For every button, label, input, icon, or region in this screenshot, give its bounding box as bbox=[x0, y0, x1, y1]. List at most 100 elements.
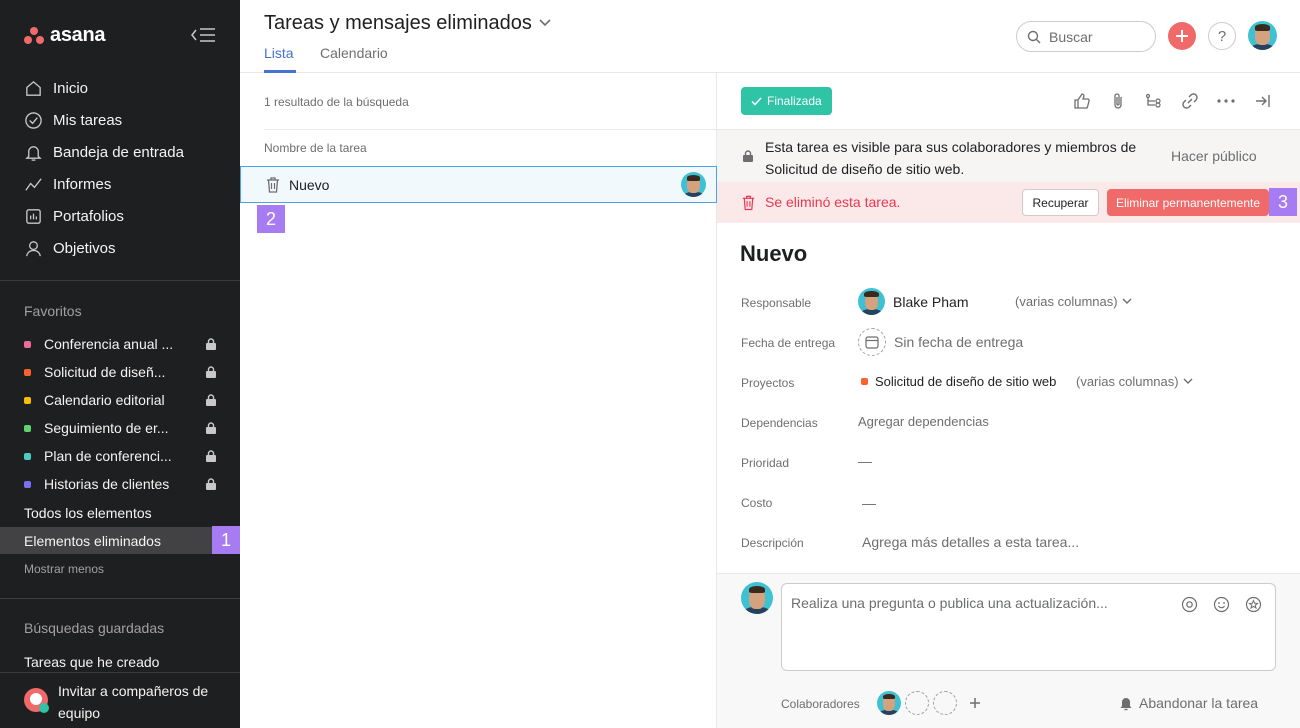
leave-task-button[interactable]: Abandonar la tarea bbox=[1119, 695, 1258, 711]
assignee-columns-dropdown[interactable]: (varias columnas) bbox=[1015, 294, 1132, 309]
description-field[interactable]: Agrega más detalles a esta tarea... bbox=[862, 534, 1079, 550]
lock-icon bbox=[206, 422, 216, 434]
nav-reports[interactable]: Informes bbox=[24, 172, 111, 196]
due-date-value: Sin fecha de entrega bbox=[894, 334, 1024, 350]
more-options-icon[interactable] bbox=[1216, 91, 1236, 111]
favorite-item[interactable]: Seguimiento de er... bbox=[24, 417, 216, 439]
project-color-dot bbox=[861, 378, 868, 385]
deleted-items-link[interactable]: Elementos eliminados bbox=[24, 533, 161, 549]
priority-value[interactable]: — bbox=[858, 453, 872, 469]
assignee-field[interactable]: Blake Pham bbox=[858, 288, 968, 315]
table-row[interactable]: Nuevo bbox=[240, 166, 717, 203]
plus-icon bbox=[1176, 30, 1188, 42]
all-items-link[interactable]: Todos los elementos bbox=[24, 505, 152, 521]
favorite-item[interactable]: Conferencia anual ... bbox=[24, 333, 216, 355]
star-icon[interactable] bbox=[1245, 596, 1262, 613]
task-list-pane: 1 resultado de la búsqueda Nombre de la … bbox=[240, 73, 717, 728]
favorite-label: Conferencia anual ... bbox=[44, 336, 174, 352]
nav-portfolios-label: Portafolios bbox=[53, 207, 124, 225]
asana-logo-icon bbox=[24, 26, 44, 45]
project-field[interactable]: Solicitud de diseño de sitio web bbox=[861, 374, 1056, 389]
collaborator-avatar[interactable] bbox=[877, 691, 901, 715]
task-detail-pane: Finalizada Esta tarea es visible para su… bbox=[717, 73, 1300, 728]
nav-home[interactable]: Inicio bbox=[24, 76, 88, 100]
make-public-button[interactable]: Hacer público bbox=[1171, 148, 1257, 164]
tab-calendar[interactable]: Calendario bbox=[320, 45, 388, 61]
nav-home-label: Inicio bbox=[53, 79, 89, 97]
deleted-task-banner: Se eliminó esta tarea. Recuperar Elimina… bbox=[717, 182, 1300, 223]
bell-icon bbox=[1120, 697, 1132, 710]
task-assignee-avatar[interactable] bbox=[681, 172, 706, 197]
calendar-icon bbox=[858, 328, 886, 356]
collapse-sidebar-icon[interactable] bbox=[190, 24, 218, 46]
project-color-dot bbox=[24, 424, 31, 432]
chevron-down-icon[interactable] bbox=[538, 18, 552, 28]
subtasks-icon[interactable] bbox=[1144, 91, 1164, 111]
like-icon[interactable] bbox=[1072, 91, 1092, 111]
search-input[interactable]: Buscar bbox=[1016, 21, 1156, 52]
asana-wordmark: asana bbox=[50, 24, 106, 46]
completed-status-button[interactable]: Finalizada bbox=[741, 87, 832, 115]
add-dependencies-button[interactable]: Agregar dependencias bbox=[858, 414, 989, 429]
project-color-dot bbox=[24, 368, 31, 376]
favorite-item[interactable]: Calendario editorial bbox=[24, 389, 216, 411]
invite-teammates-button[interactable]: Invitar a compañeros de equipo bbox=[24, 680, 208, 724]
cost-value[interactable]: — bbox=[862, 495, 876, 511]
empty-collaborator-icon[interactable] bbox=[933, 691, 957, 715]
nav-portfolios[interactable]: Portafolios bbox=[24, 204, 124, 228]
comment-section: Realiza una pregunta o publica una actua… bbox=[717, 573, 1300, 728]
search-icon bbox=[1027, 30, 1041, 43]
sidebar-divider bbox=[0, 280, 240, 281]
nav-my-tasks-label: Mis tareas bbox=[53, 111, 123, 129]
annotation-badge-1: 1 bbox=[212, 526, 240, 554]
sidebar: asana Inicio Mis tareas Bandeja de entra… bbox=[0, 0, 240, 728]
help-button[interactable]: ? bbox=[1208, 22, 1236, 50]
asana-logo[interactable]: asana bbox=[24, 24, 106, 47]
chevron-down-icon bbox=[1122, 298, 1132, 304]
invite-icon bbox=[24, 688, 49, 713]
nav-inbox-label: Bandeja de entrada bbox=[53, 143, 184, 161]
link-icon[interactable] bbox=[1180, 91, 1200, 111]
lock-icon bbox=[206, 394, 216, 406]
favorite-item[interactable]: Historias de clientes bbox=[24, 473, 216, 495]
trash-icon bbox=[742, 195, 755, 211]
favorite-label: Historias de clientes bbox=[44, 476, 170, 492]
nav-inbox[interactable]: Bandeja de entrada bbox=[24, 140, 184, 164]
nav-my-tasks[interactable]: Mis tareas bbox=[24, 108, 122, 132]
due-date-field[interactable]: Sin fecha de entrega bbox=[858, 328, 1023, 356]
lock-icon bbox=[206, 450, 216, 462]
favorite-item[interactable]: Solicitud de diseñ... bbox=[24, 361, 216, 383]
lock-icon bbox=[206, 478, 216, 490]
emoji-icon[interactable] bbox=[1213, 596, 1230, 613]
leave-task-label: Abandonar la tarea bbox=[1139, 695, 1259, 711]
quick-add-button[interactable] bbox=[1168, 22, 1196, 50]
invite-label-line1: Invitar a compañeros de bbox=[58, 683, 209, 699]
tab-list[interactable]: Lista bbox=[264, 45, 294, 61]
lock-icon bbox=[206, 366, 216, 378]
project-columns-dropdown[interactable]: (varias columnas) bbox=[1076, 374, 1193, 389]
saved-search-item[interactable]: Tareas que he creado bbox=[24, 654, 159, 670]
column-header-task-name[interactable]: Nombre de la tarea bbox=[264, 141, 367, 155]
comment-input[interactable]: Realiza una pregunta o publica una actua… bbox=[781, 583, 1276, 671]
recover-button[interactable]: Recuperar bbox=[1022, 189, 1099, 216]
sidebar-divider bbox=[0, 672, 240, 673]
delete-permanently-button[interactable]: Eliminar permanentemente bbox=[1107, 189, 1269, 216]
mention-icon[interactable] bbox=[1181, 596, 1198, 613]
dependencies-label: Dependencias bbox=[741, 416, 818, 430]
annotation-badge-3: 3 bbox=[1269, 188, 1297, 216]
due-date-label: Fecha de entrega bbox=[741, 336, 836, 350]
task-title[interactable]: Nuevo bbox=[740, 241, 807, 267]
favorite-item[interactable]: Plan de conferenci... bbox=[24, 445, 216, 467]
deleted-notice-text: Se eliminó esta tarea. bbox=[765, 194, 901, 210]
close-pane-icon[interactable] bbox=[1253, 91, 1273, 111]
nav-goals[interactable]: Objetivos bbox=[24, 236, 116, 260]
empty-collaborator-icon[interactable] bbox=[905, 691, 929, 715]
attachment-icon[interactable] bbox=[1108, 91, 1128, 111]
search-placeholder: Buscar bbox=[1049, 28, 1093, 45]
list-divider bbox=[264, 129, 717, 130]
show-less-link[interactable]: Mostrar menos bbox=[24, 562, 104, 576]
project-columns-label: (varias columnas) bbox=[1076, 374, 1179, 389]
annotation-badge-2: 2 bbox=[257, 205, 285, 233]
user-avatar[interactable] bbox=[1248, 21, 1277, 50]
add-collaborator-icon[interactable] bbox=[969, 697, 981, 709]
